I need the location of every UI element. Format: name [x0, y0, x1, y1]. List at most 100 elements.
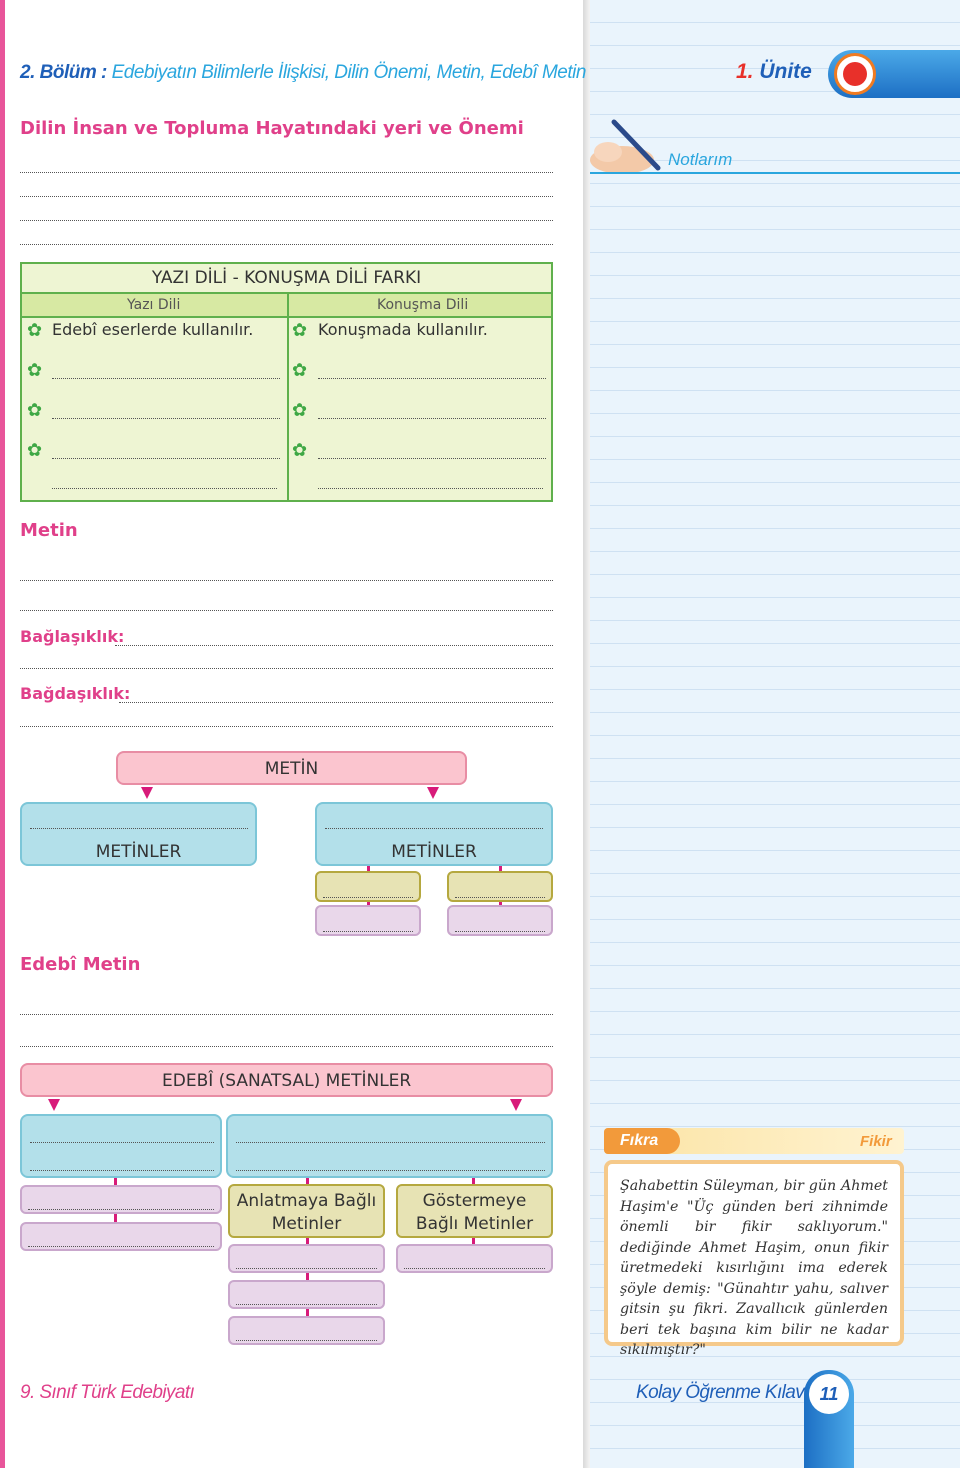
metin-sub-box [315, 871, 421, 902]
arrow-down-icon [427, 787, 439, 799]
literary-sub-box [228, 1244, 385, 1273]
literary-sub-box [396, 1244, 553, 1273]
metin-sub-box [447, 905, 553, 936]
metin-right-label: METİNLER [391, 842, 477, 862]
literary-root-label: EDEBÎ (SANATSAL) METİNLER [162, 1071, 412, 1091]
answer-line[interactable] [28, 1246, 214, 1247]
literary-root-box: EDEBÎ (SANATSAL) METİNLER [20, 1063, 553, 1097]
answer-line[interactable] [30, 1170, 214, 1171]
metin-left-label: METİNLER [95, 842, 182, 862]
answer-line[interactable] [236, 1340, 377, 1341]
table-title: YAZI DİLİ - KONUŞMA DİLİ FARKI [151, 268, 422, 288]
answer-line[interactable] [325, 828, 543, 829]
metin-root-label: METİN [264, 759, 319, 779]
chapter-header: 2. Bölüm : Edebiyatın Bilimlerle İlişkis… [20, 62, 586, 84]
dramatic-box: Göstermeye Bağlı Metinler [396, 1184, 553, 1238]
answer-line[interactable] [20, 244, 553, 245]
answer-line[interactable] [20, 1014, 553, 1015]
arrow-down-icon [141, 787, 153, 799]
chapter-number: 2. Bölüm : [20, 62, 107, 83]
flower-bullet-icon: ✿ [292, 400, 308, 421]
answer-line[interactable] [28, 1209, 214, 1210]
chapter-topic: Edebiyatın Bilimlerle İlişkisi, Dilin Ön… [111, 62, 587, 83]
answer-line[interactable] [236, 1304, 377, 1305]
table-col-left: Yazı Dili [127, 297, 181, 313]
page-gutter [583, 0, 590, 1468]
literary-right-box [226, 1114, 553, 1178]
comparison-table: YAZI DİLİ - KONUŞMA DİLİ FARKI Yazı Dili… [20, 262, 553, 502]
answer-line[interactable] [318, 418, 546, 419]
notes-label: Notlarım [668, 150, 733, 169]
arrow-down-icon [510, 1099, 522, 1111]
answer-line[interactable] [20, 610, 553, 611]
answer-line[interactable] [455, 897, 545, 898]
answer-line[interactable] [236, 1268, 377, 1269]
answer-line[interactable] [30, 1142, 214, 1143]
notes-underline [590, 172, 960, 174]
answer-line[interactable] [30, 828, 248, 829]
literary-sub-box [228, 1316, 385, 1345]
answer-line[interactable] [455, 931, 545, 932]
answer-line[interactable] [20, 1046, 553, 1047]
joke-card: Şahabettin Süleyman, bir gün Ahmet Haşim… [604, 1160, 904, 1358]
answer-line[interactable] [20, 580, 553, 581]
table-col-right: Konuşma Dili [377, 297, 469, 313]
narrative-label: Anlatmaya Bağlı Metinler [236, 1191, 377, 1234]
book-title: 9. Sınıf Türk Edebiyatı [20, 1382, 195, 1403]
flower-bullet-icon: ✿ [292, 360, 308, 381]
literary-sub-box [228, 1280, 385, 1309]
literary-sub-box [20, 1222, 222, 1251]
section-title-literary: Edebî Metin [20, 954, 141, 975]
literary-sub-box [20, 1185, 222, 1214]
cohesion-label: Bağdaşıklık: [20, 684, 131, 703]
answer-line[interactable] [20, 726, 553, 727]
answer-line[interactable] [404, 1268, 545, 1269]
page-number: 11 [809, 1374, 849, 1414]
metin-sub-box [447, 871, 553, 902]
flower-bullet-icon: ✿ [27, 360, 43, 381]
writing-hand-icon [590, 119, 661, 174]
answer-line[interactable] [119, 702, 553, 703]
flower-bullet-icon: ✿ [292, 440, 308, 461]
dramatic-label: Göstermeye Bağlı Metinler [415, 1191, 534, 1234]
answer-line[interactable] [318, 488, 543, 489]
table-cell-right: Konuşmada kullanılır. [318, 320, 488, 339]
answer-line[interactable] [323, 931, 413, 932]
table-divider [287, 292, 289, 502]
literary-left-box [20, 1114, 222, 1178]
answer-line[interactable] [318, 378, 546, 379]
narrative-box: Anlatmaya Bağlı Metinler [228, 1184, 385, 1238]
answer-line[interactable] [236, 1170, 545, 1171]
coherence-label: Bağlaşıklık: [20, 627, 125, 646]
metin-left-box: METİNLER [20, 802, 257, 866]
table-cell-left: Edebî eserlerde kullanılır. [52, 320, 254, 339]
joke-text: Şahabettin Süleyman, bir gün Ahmet Haşim… [620, 1178, 888, 1358]
answer-line[interactable] [236, 1142, 545, 1143]
flower-bullet-icon: ✿ [292, 320, 308, 341]
joke-tag: Fikir [860, 1133, 892, 1150]
section-title-language: Dilin İnsan ve Topluma Hayatındaki yeri … [20, 118, 524, 139]
joke-tab: Fıkra [604, 1128, 680, 1154]
flower-bullet-icon: ✿ [27, 440, 43, 461]
answer-line[interactable] [52, 378, 280, 379]
unit-word: Ünite [759, 60, 812, 83]
unit-number: 1. [736, 60, 754, 83]
answer-line[interactable] [318, 458, 546, 459]
answer-line[interactable] [115, 645, 553, 646]
unit-label: 1. Ünite [736, 60, 812, 84]
section-title-text: Metin [20, 520, 78, 541]
answer-line[interactable] [20, 172, 553, 173]
page-edge-stripe [0, 0, 5, 1468]
arrow-down-icon [48, 1099, 60, 1111]
answer-line[interactable] [20, 220, 553, 221]
answer-line[interactable] [52, 458, 280, 459]
metin-right-box: METİNLER [315, 802, 553, 866]
answer-line[interactable] [52, 488, 277, 489]
answer-line[interactable] [20, 668, 553, 669]
metin-root-box: METİN [116, 751, 467, 785]
flower-bullet-icon: ✿ [27, 400, 43, 421]
answer-line[interactable] [52, 418, 280, 419]
answer-line[interactable] [323, 897, 413, 898]
answer-line[interactable] [20, 196, 553, 197]
unit-badge-icon [834, 53, 876, 95]
